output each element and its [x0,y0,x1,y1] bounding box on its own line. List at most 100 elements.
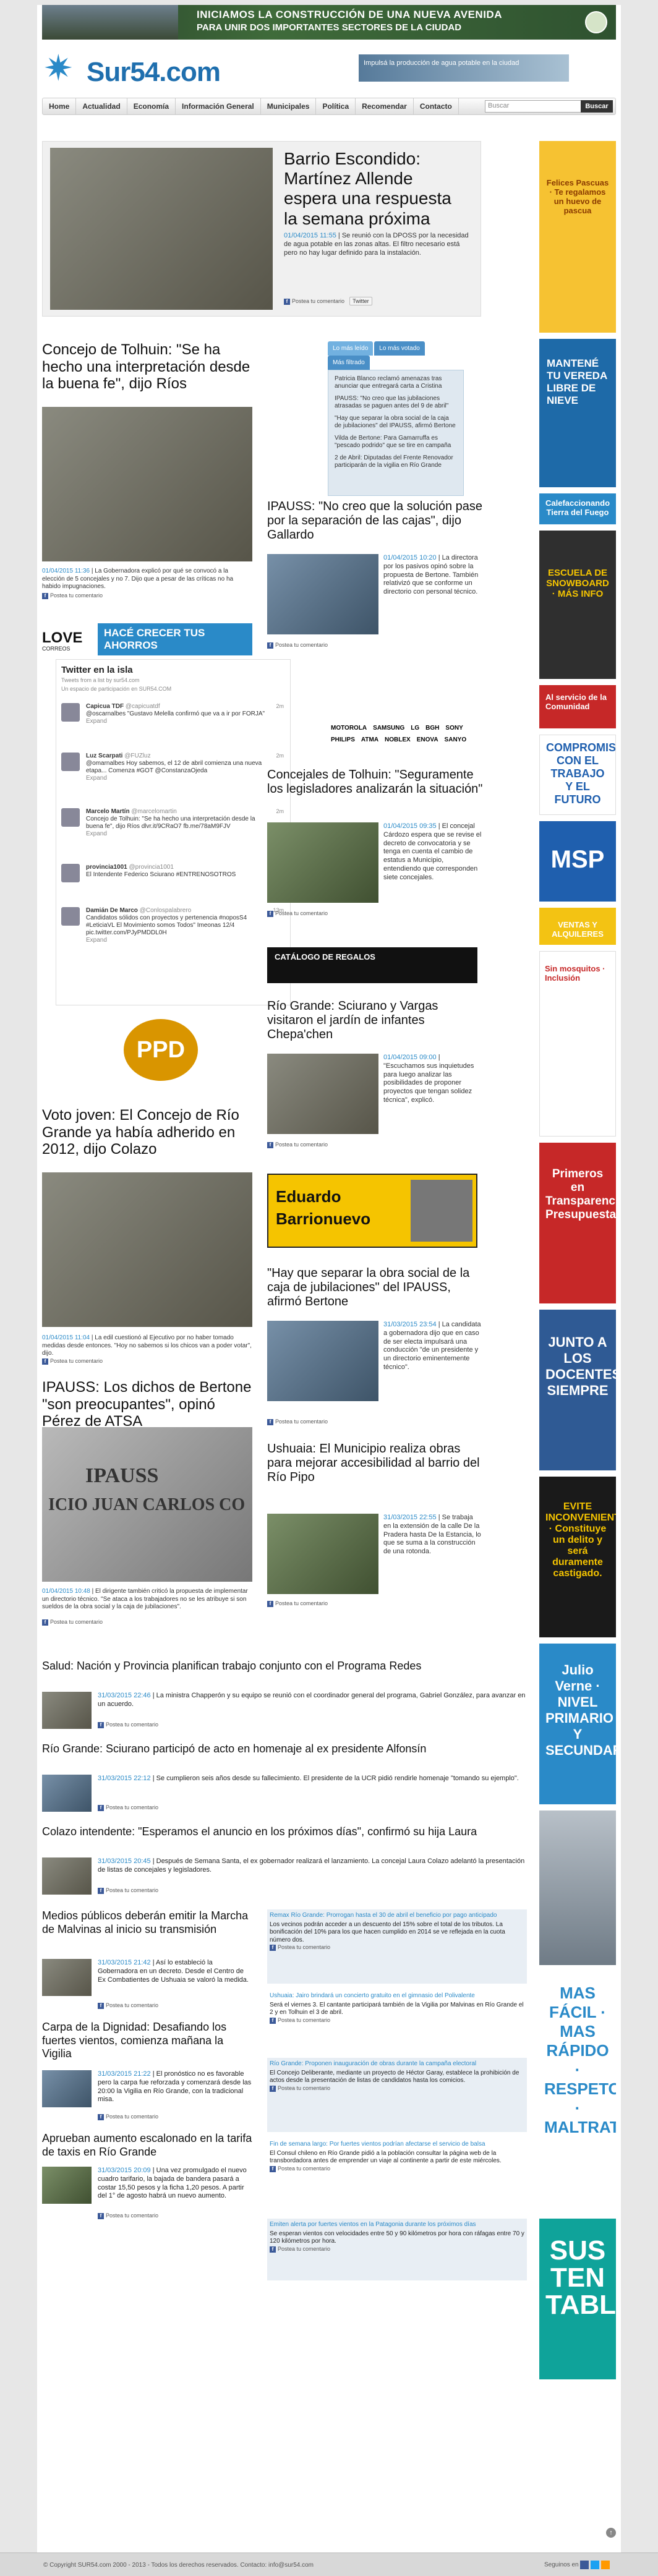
love-banner-ad[interactable]: LOVE CORREOS HACÉ CRECER TUS AHORROS [42,623,252,655]
brief-title[interactable]: Emiten alerta por fuertes vientos en la … [270,2221,524,2229]
sidebar-ad-docentes[interactable]: JUNTO A LOS DOCENTES SIEMPRE [539,1310,616,1470]
sidebar-ad-transparencia[interactable]: Primeros en Transparencia Presupuestaria… [539,1143,616,1303]
separacion-title[interactable]: IPAUSS: "No creo que la solución pase po… [267,500,484,542]
list-comment-link[interactable]: Postea tu comentario [98,1804,158,1811]
list-title[interactable]: Colazo intendente: "Esperamos el anuncio… [42,1825,531,1839]
ushuaia-title[interactable]: Ushuaia: El Municipio realiza obras para… [267,1442,484,1485]
tab-mas-votado[interactable]: Lo más votado [374,341,425,356]
ushuaia-image[interactable] [267,1514,378,1594]
nav-informacion-general[interactable]: Información General [176,98,261,114]
separacion-image[interactable] [267,554,378,634]
sidebar-ad-ventas[interactable]: VENTAS Y ALQUILERES [539,908,616,945]
ushuaia-comment-link[interactable]: Postea tu comentario [267,1600,328,1607]
separar-image[interactable] [267,1321,378,1401]
sidebar-ad-msp[interactable]: MSP [539,821,616,902]
tolhuin-title[interactable]: Concejo de Tolhuin: "Se ha hecho una int… [42,341,252,393]
twitter-button[interactable]: Twitter [349,297,372,305]
header-ad[interactable]: Impulsá la producción de agua potable en… [359,54,569,82]
catalogo-banner[interactable]: CATÁLOGO DE REGALOS [267,947,477,983]
brief-title[interactable]: Ushuaia: Jairo brindará un concierto gra… [270,1992,524,2000]
tweet-expand[interactable]: Expand [86,775,107,782]
brief-comment-link[interactable]: Postea tu comentario [270,2017,524,2024]
sidebar-ad-photo[interactable] [539,1810,616,1965]
sidebar-ad-mosquitos[interactable]: Sin mosquitos · Inclusión [539,951,616,1137]
sidebar-ad-vereda[interactable]: MANTENÉ TU VEREDA LIBRE DE NIEVE [539,339,616,487]
nav-politica[interactable]: Política [316,98,356,114]
ipauss-comment-link[interactable]: Postea tu comentario [42,1619,103,1626]
nav-municipales[interactable]: Municipales [261,98,317,114]
list-comment-link[interactable]: Postea tu comentario [98,2002,158,2009]
list-comment-link[interactable]: Postea tu comentario [98,2113,158,2120]
tweet-item[interactable]: Damián De Marco @Conlospalabrero Candidat… [61,907,284,1000]
nav-actualidad[interactable]: Actualidad [76,98,127,114]
brands-banner[interactable]: MOTOROLA SAMSUNG LG BGH SONY PHILIPS ATMA NOBLE… [328,722,538,753]
ipauss-title[interactable]: IPAUSS: Los dichos de Bertone "son preoc… [42,1379,252,1430]
concejales-comment-link[interactable]: Postea tu comentario [267,910,328,917]
rss-icon[interactable] [600,2561,610,2569]
search-button[interactable]: Buscar [581,100,613,113]
nav-contacto[interactable]: Contacto [414,98,459,114]
tolhuin-image[interactable] [42,407,252,561]
brief-title[interactable]: Fin de semana largo: Por fuertes vientos… [270,2141,524,2149]
tweet-item[interactable]: Luz Scarpati @FUZluz @omarnalbes Hoy sabe… [61,753,284,802]
search-input[interactable]: Buscar [485,100,584,113]
top-banner-ad[interactable]: INICIAMOS LA CONSTRUCCIÓN DE UNA NUEVA A… [42,5,616,40]
facebook-icon[interactable] [580,2561,589,2569]
tweet-expand[interactable]: Expand [86,937,107,944]
tolhuin-comment-link[interactable]: Postea tu comentario [42,592,103,599]
list-thumb[interactable] [42,1857,92,1895]
riogrande-image[interactable] [267,1054,378,1134]
riogrande-comment-link[interactable]: Postea tu comentario [267,1141,328,1148]
brief-title[interactable]: Remax Río Grande: Prorrogan hasta el 30 … [270,1912,524,1920]
separar-comment-link[interactable]: Postea tu comentario [267,1418,328,1425]
popular-item[interactable]: IPAUSS: "No creo que las jubilaciones at… [335,395,457,410]
list-thumb[interactable] [42,1775,92,1812]
scroll-top-icon[interactable]: ↑ [606,2528,616,2538]
featured-comment-link[interactable]: Postea tu comentario [284,298,344,304]
ipauss-image[interactable]: IPAUSS ICIO JUAN CARLOS CO [42,1427,252,1582]
list-thumb[interactable] [42,2070,92,2107]
popular-item[interactable]: "Hay que separar la obra social de la ca… [335,415,457,430]
brief-comment-link[interactable]: Postea tu comentario [270,1944,524,1951]
featured-title[interactable]: Barrio Escondido: Martínez Allende esper… [284,149,469,229]
separacion-comment-link[interactable]: Postea tu comentario [267,642,328,649]
concejales-title[interactable]: Concejales de Tolhuin: "Seguramente los … [267,768,484,796]
sidebar-ad-mas-facil[interactable]: MAS FÁCIL · MAS RÁPIDO · RESPETO · MALTR… [539,1971,616,2212]
list-title[interactable]: Carpa de la Dignidad: Desafiando los fue… [42,2021,252,2061]
tweet-expand[interactable]: Expand [86,830,107,837]
list-comment-link[interactable]: Postea tu comentario [98,2212,158,2219]
tweet-item[interactable]: Marcelo Martín @marcelomartin Concejo de … [61,808,284,858]
popular-item[interactable]: Vilda de Bertone: Para Gamarruffa es "pe… [335,435,457,450]
brief-comment-link[interactable]: Postea tu comentario [270,2246,524,2253]
sidebar-ad-comunidad[interactable]: Al servicio de la Comunidad [539,685,616,728]
sidebar-ad-calefaccion[interactable]: Calefaccionando Tierra del Fuego [539,493,616,524]
nav-economia[interactable]: Economía [127,98,176,114]
sidebar-ad-snowboard[interactable]: ESCUELA DE SNOWBOARD · MÁS INFO [539,531,616,679]
list-thumb[interactable] [42,1959,92,1996]
list-thumb[interactable] [42,2167,92,2204]
sidebar-ad-sustentable[interactable]: SUS TEN TABLE [539,2219,616,2379]
twitter-icon[interactable] [591,2561,600,2569]
separar-title[interactable]: "Hay que separar la obra social de la ca… [267,1266,484,1309]
popular-item[interactable]: Patricia Blanco reclamó amenazas tras an… [335,375,457,390]
ppd-logo[interactable]: PPD [124,1019,198,1081]
tweet-expand[interactable]: Expand [86,718,107,725]
site-logo[interactable]: ✷ Sur54.com [43,48,291,92]
sidebar-ad-pascuas[interactable]: Felices Pascuas · Te regalamos un huevo … [539,141,616,333]
brief-comment-link[interactable]: Postea tu comentario [270,2165,524,2172]
brief-comment-link[interactable]: Postea tu comentario [270,2085,524,2092]
eduardo-banner[interactable]: Eduardo Barrionuevo [267,1174,477,1248]
sidebar-ad-julio-verne[interactable]: Julio Verne · NIVEL PRIMARIO Y SECUNDARI… [539,1644,616,1804]
list-thumb[interactable] [42,1692,92,1729]
featured-image[interactable] [50,148,273,310]
sidebar-ad-compromiso[interactable]: COMPROMISO CON EL TRABAJO Y EL FUTURO [539,735,616,815]
tweet-item[interactable]: provincia1001 @provincia1001 El Intendent… [61,864,284,901]
concejales-image[interactable] [267,822,378,903]
voto-image[interactable] [42,1172,252,1327]
riogrande-title[interactable]: Río Grande: Sciurano y Vargas visitaron … [267,999,484,1042]
voto-comment-link[interactable]: Postea tu comentario [42,1358,103,1365]
nav-home[interactable]: Home [43,98,77,114]
tweet-item[interactable]: Capicua TDF @capicuatdf @oscarnalbes "Gus… [61,703,284,746]
list-title[interactable]: Río Grande: Sciurano participó de acto e… [42,1742,531,1756]
twitter-title[interactable]: Twitter en la isla [61,665,133,675]
